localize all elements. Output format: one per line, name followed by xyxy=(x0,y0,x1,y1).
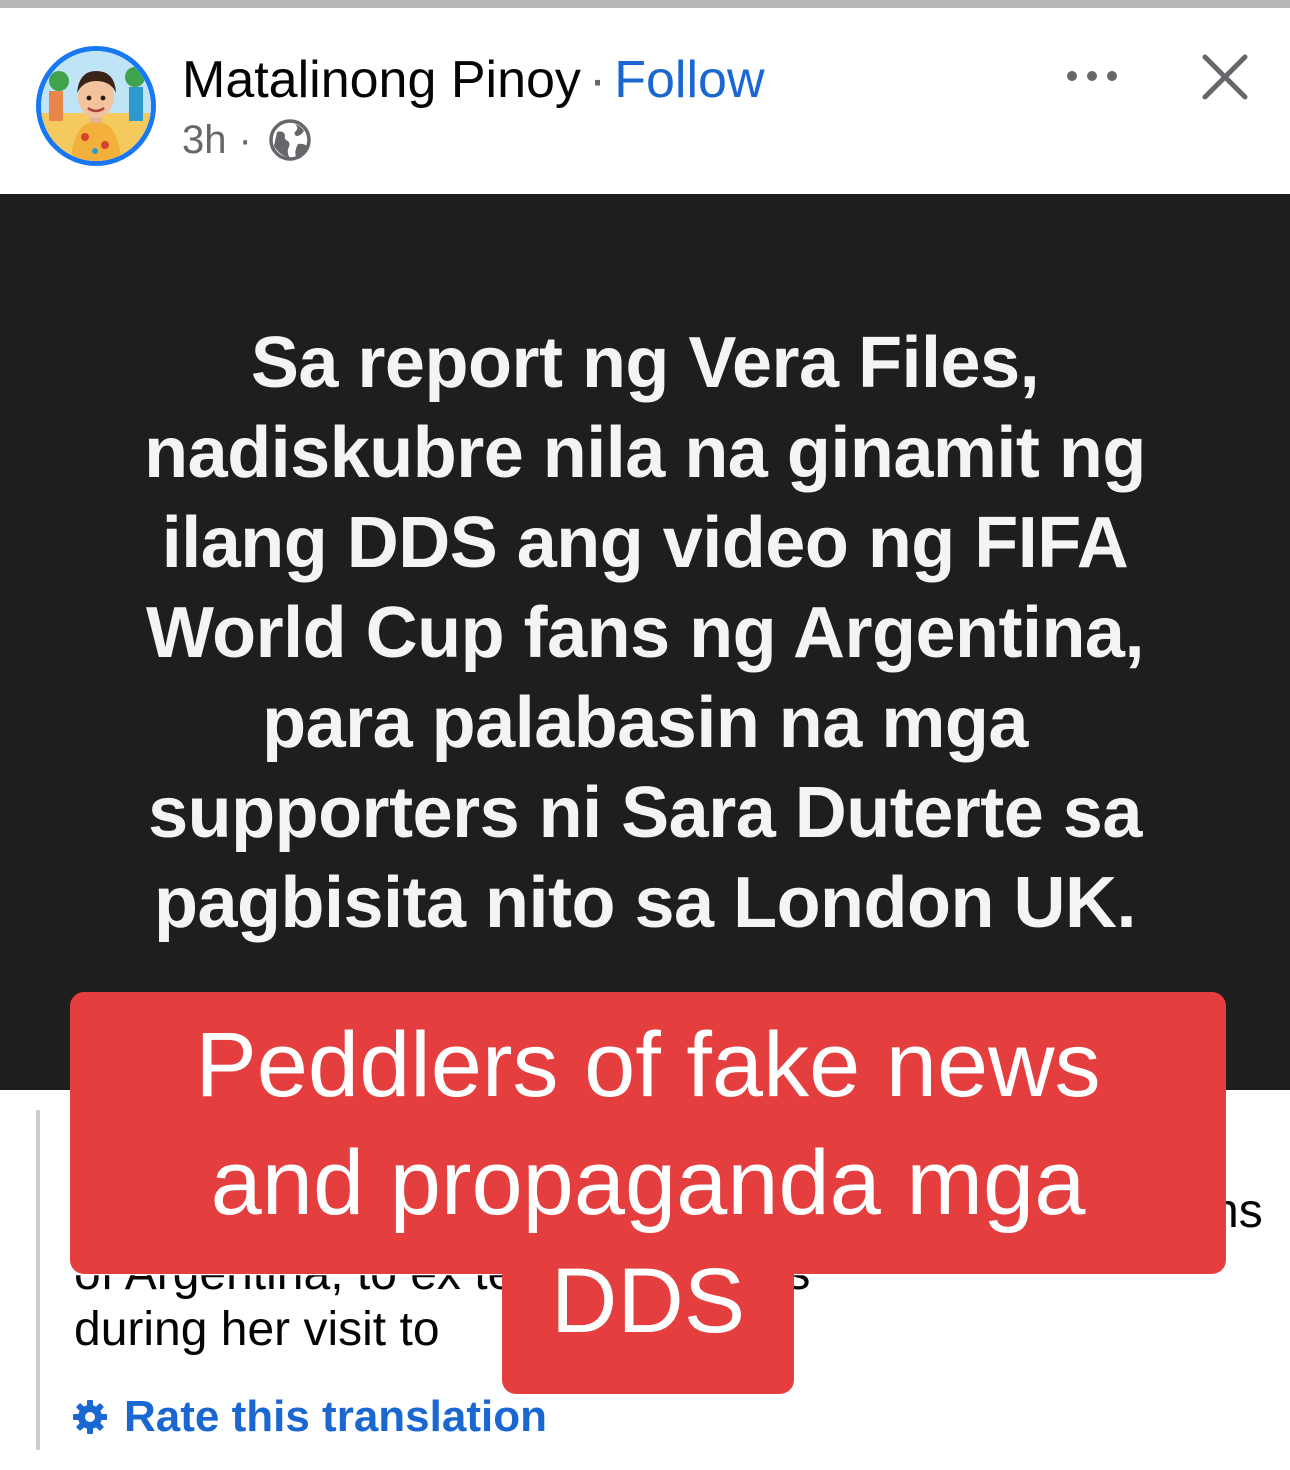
rate-translation-label[interactable]: Rate this translation xyxy=(124,1392,547,1442)
text-post-line: supporters ni Sara Duterte sa xyxy=(148,773,1142,853)
follow-button[interactable]: Follow xyxy=(614,51,764,109)
gear-icon xyxy=(73,1400,107,1434)
text-post-line: para palabasin na mga xyxy=(262,683,1028,763)
post-meta: 3h · xyxy=(182,116,312,164)
author-line: Matalinong Pinoy · Follow xyxy=(182,48,765,112)
close-icon[interactable] xyxy=(1200,52,1250,102)
post-header: Matalinong Pinoy · Follow 3h · xyxy=(0,8,1290,194)
translation-quote-bar xyxy=(36,1110,40,1450)
post-time[interactable]: 3h xyxy=(182,116,227,164)
author-separator: · xyxy=(588,51,607,109)
text-post-line: Sa report ng Vera Files, xyxy=(250,323,1040,403)
author-name[interactable]: Matalinong Pinoy xyxy=(182,51,581,109)
author-avatar[interactable] xyxy=(36,46,156,166)
caption-line: DDS xyxy=(550,1250,746,1352)
more-icon[interactable] xyxy=(1064,68,1120,84)
text-post-line: nadiskubre nila na ginamit ng xyxy=(144,413,1146,493)
text-post-line: pagbisita nito sa London UK. xyxy=(154,863,1136,943)
caption-line: Peddlers of fake news xyxy=(195,1014,1101,1116)
text-post-line: ilang DDS ang video ng FIFA xyxy=(161,503,1129,583)
caption-overlay-text: Peddlers of fake news and propaganda mga… xyxy=(70,1006,1226,1360)
caption-line: and propaganda mga xyxy=(210,1132,1086,1234)
meta-separator: · xyxy=(238,118,252,162)
rate-translation-link[interactable]: Rate this translation xyxy=(72,1392,547,1442)
text-post-body: Sa report ng Vera Files, nadiskubre nila… xyxy=(60,318,1230,948)
top-divider xyxy=(0,0,1290,8)
globe-icon xyxy=(268,118,312,162)
text-post-line: World Cup fans ng Argentina, xyxy=(146,593,1144,673)
